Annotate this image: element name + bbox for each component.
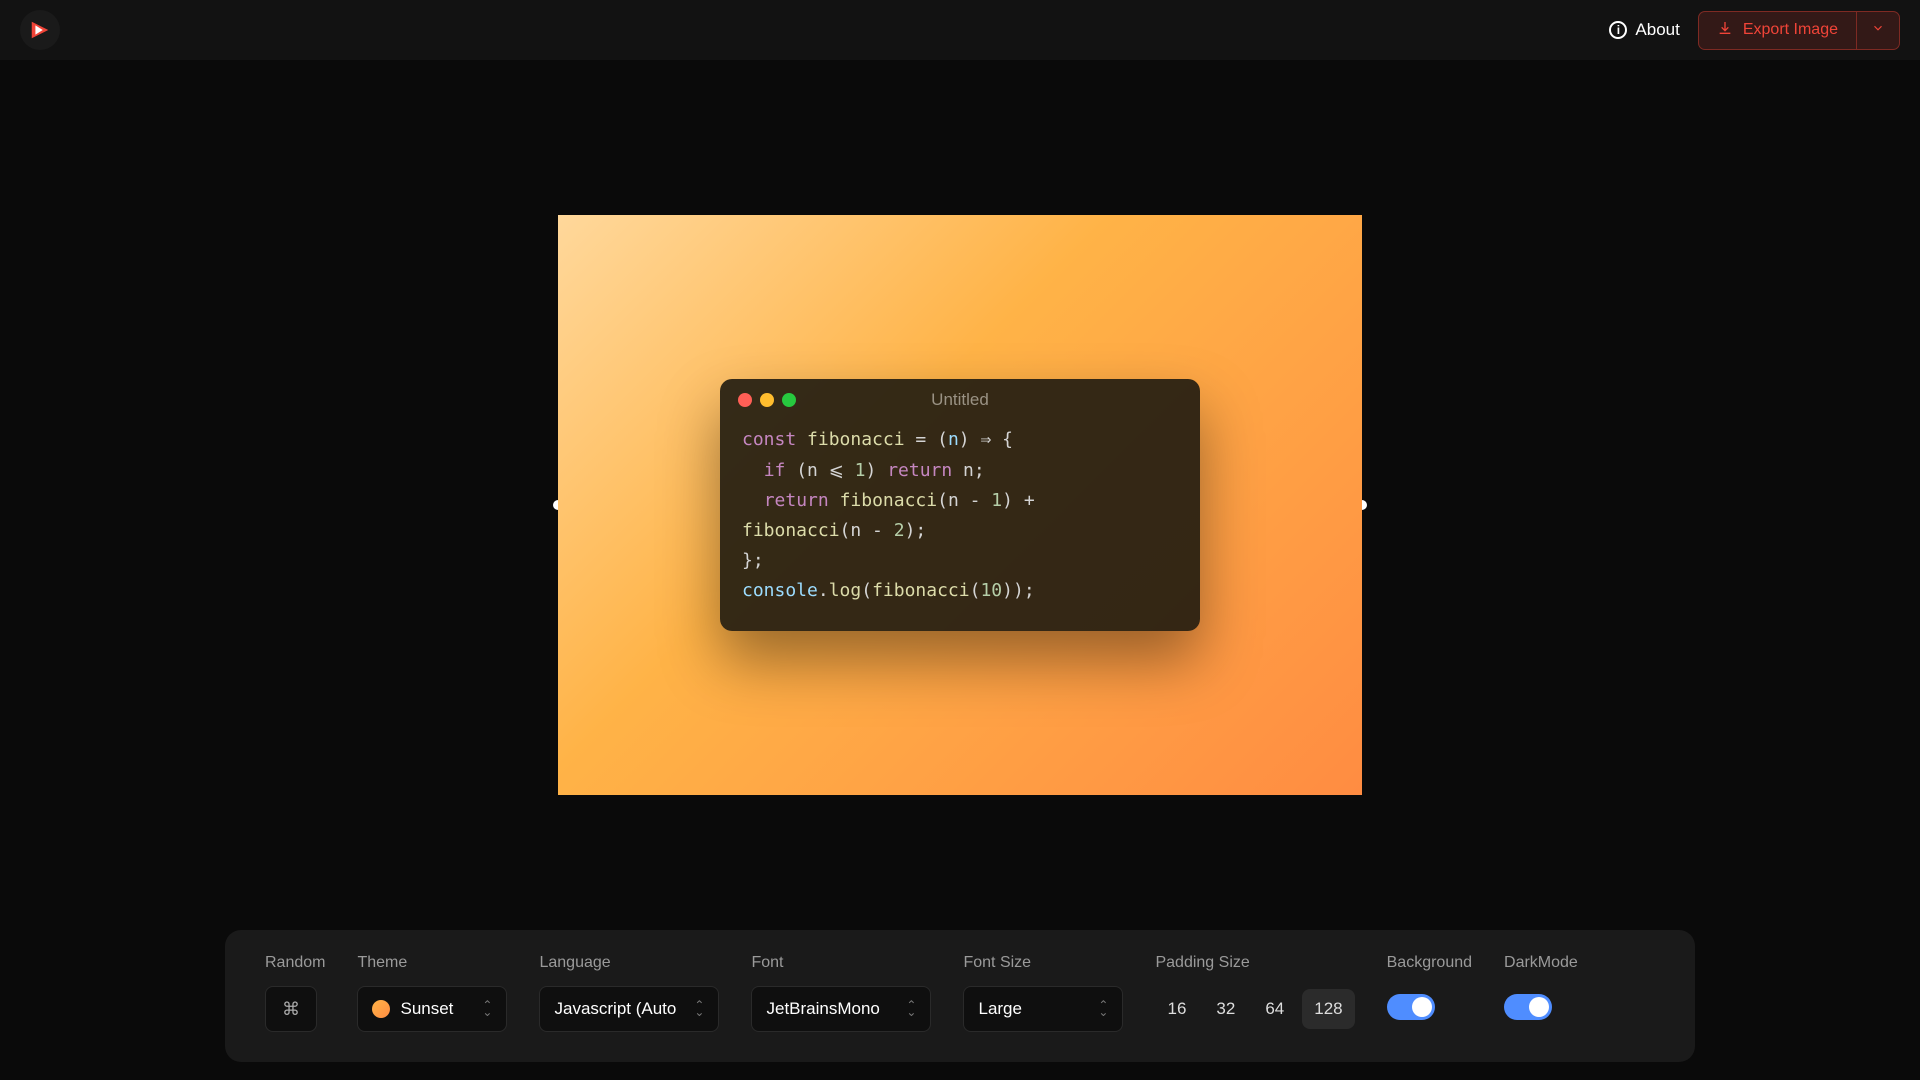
darkmode-toggle[interactable] [1504, 994, 1552, 1020]
font-value: JetBrainsMono [766, 999, 879, 1019]
command-icon: ⌘ [282, 999, 300, 1020]
select-chevron-icon [906, 1002, 916, 1016]
font-select[interactable]: JetBrainsMono [751, 986, 931, 1032]
select-chevron-icon [694, 1002, 704, 1016]
background-label: Background [1387, 954, 1472, 972]
font-label: Font [751, 954, 931, 972]
background-toggle[interactable] [1387, 994, 1435, 1020]
export-image-button[interactable]: Export Image [1699, 12, 1856, 49]
about-link[interactable]: i About [1609, 20, 1679, 40]
padding-option-128[interactable]: 128 [1302, 989, 1354, 1029]
window-titlebar: Untitled [720, 379, 1200, 415]
random-control: Random ⌘ [265, 954, 325, 1032]
about-label: About [1635, 20, 1679, 40]
theme-control: Theme Sunset [357, 954, 507, 1032]
random-button[interactable]: ⌘ [265, 986, 317, 1032]
theme-label: Theme [357, 954, 507, 972]
window-title[interactable]: Untitled [931, 390, 989, 410]
chevron-down-icon [1871, 21, 1885, 40]
select-chevron-icon [1098, 1002, 1108, 1016]
frame-background[interactable]: Untitled const fibonacci = (n) ⇒ { if (n… [558, 215, 1362, 795]
header-actions: i About Export Image [1609, 11, 1900, 50]
darkmode-label: DarkMode [1504, 954, 1578, 972]
export-label: Export Image [1743, 21, 1838, 39]
fontsize-label: Font Size [963, 954, 1123, 972]
traffic-lights [738, 393, 796, 407]
export-group: Export Image [1698, 11, 1900, 50]
traffic-light-red [738, 393, 752, 407]
padding-control: Padding Size 163264128 [1155, 954, 1354, 1032]
download-icon [1717, 20, 1733, 41]
app-header: i About Export Image [0, 0, 1920, 60]
fontsize-value: Large [978, 999, 1021, 1019]
export-dropdown-button[interactable] [1856, 12, 1899, 49]
language-label: Language [539, 954, 719, 972]
app-logo[interactable] [20, 10, 60, 50]
padding-segmented: 163264128 [1155, 986, 1354, 1032]
code-editor[interactable]: const fibonacci = (n) ⇒ { if (n ⩽ 1) ret… [720, 415, 1200, 630]
language-value: Javascript (Auto [554, 999, 676, 1019]
background-toggle-group: Background [1387, 954, 1472, 1020]
padding-option-32[interactable]: 32 [1204, 989, 1247, 1029]
theme-select[interactable]: Sunset [357, 986, 507, 1032]
traffic-light-green [782, 393, 796, 407]
language-select[interactable]: Javascript (Auto [539, 986, 719, 1032]
info-icon: i [1609, 21, 1627, 39]
code-window: Untitled const fibonacci = (n) ⇒ { if (n… [720, 379, 1200, 630]
random-label: Random [265, 954, 325, 972]
fontsize-select[interactable]: Large [963, 986, 1123, 1032]
fontsize-control: Font Size Large [963, 954, 1123, 1032]
select-chevron-icon [482, 1002, 492, 1016]
padding-label: Padding Size [1155, 954, 1354, 972]
theme-value: Sunset [400, 999, 453, 1019]
font-control: Font JetBrainsMono [751, 954, 931, 1032]
darkmode-toggle-group: DarkMode [1504, 954, 1578, 1020]
padding-option-64[interactable]: 64 [1253, 989, 1296, 1029]
bottom-toolbar: Random ⌘ Theme Sunset Language Javascrip… [225, 930, 1695, 1062]
frame-wrapper: Untitled const fibonacci = (n) ⇒ { if (n… [558, 215, 1362, 795]
language-control: Language Javascript (Auto [539, 954, 719, 1032]
canvas-area: Untitled const fibonacci = (n) ⇒ { if (n… [0, 60, 1920, 950]
traffic-light-yellow [760, 393, 774, 407]
padding-option-16[interactable]: 16 [1155, 989, 1198, 1029]
theme-swatch-icon [372, 1000, 390, 1018]
logo-icon [29, 19, 51, 41]
